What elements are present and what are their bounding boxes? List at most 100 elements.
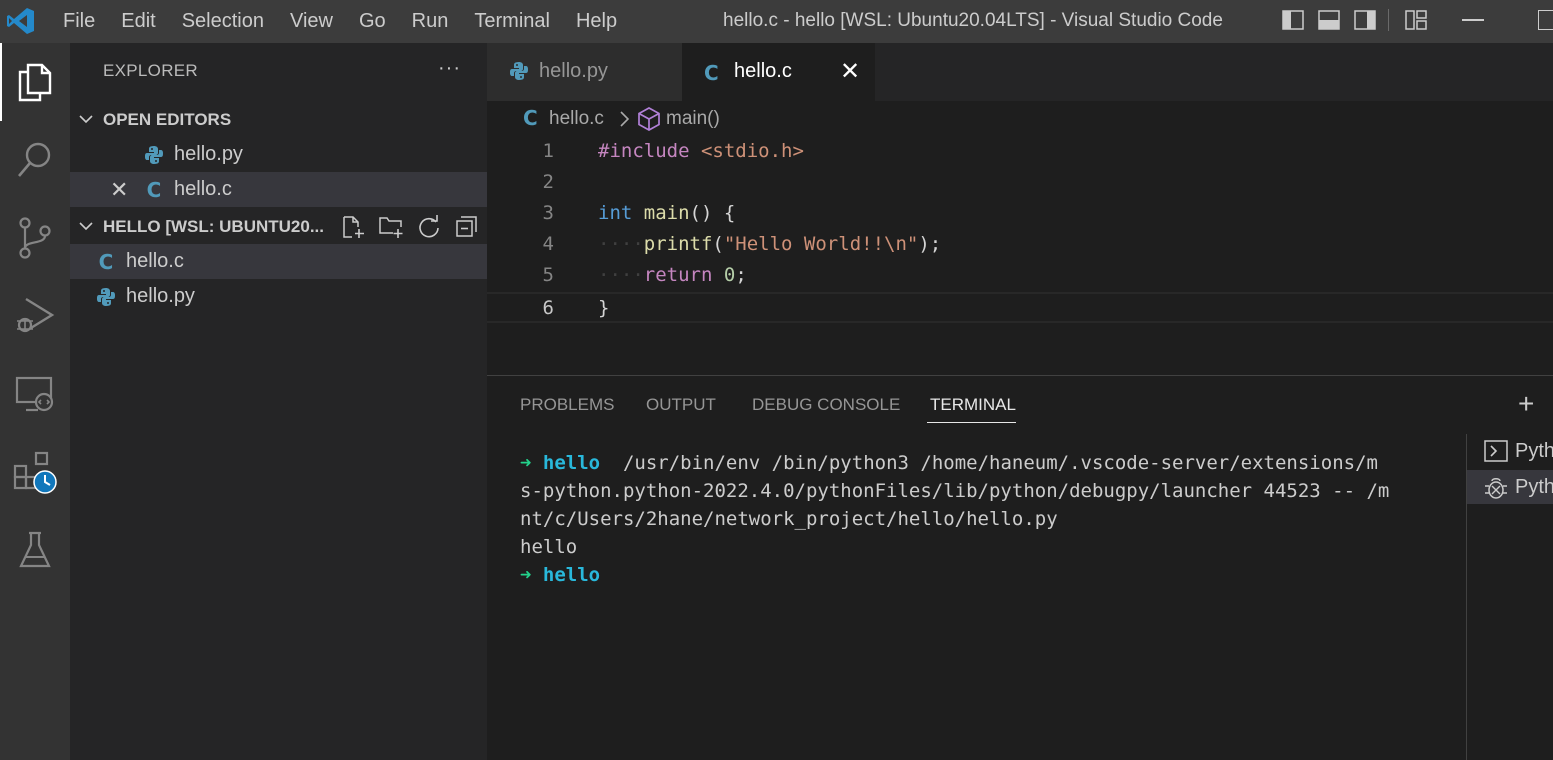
code-line[interactable]: 1 #include <stdio.h> bbox=[487, 137, 1553, 168]
breadcrumb-symbol[interactable]: main() bbox=[666, 108, 720, 130]
toggle-panel-icon[interactable] bbox=[1316, 8, 1342, 32]
collapse-all-icon[interactable] bbox=[448, 213, 486, 241]
customize-layout-icon[interactable] bbox=[1403, 8, 1429, 32]
file-name: hello.c bbox=[174, 178, 232, 200]
layout-controls bbox=[1280, 8, 1439, 32]
chevron-right-icon bbox=[617, 110, 631, 133]
code-token: ···· bbox=[598, 233, 644, 255]
run-debug-icon[interactable] bbox=[0, 277, 70, 355]
refresh-icon[interactable] bbox=[410, 213, 448, 241]
code-token: #include bbox=[598, 140, 701, 162]
explorer-file-item[interactable]: hello.py bbox=[70, 279, 487, 314]
testing-icon[interactable] bbox=[0, 511, 70, 589]
tab-terminal[interactable]: TERMINAL bbox=[930, 395, 1016, 415]
window-title: hello.c - hello [WSL: Ubuntu20.04LTS] - … bbox=[723, 10, 1223, 31]
menu-edit[interactable]: Edit bbox=[108, 0, 168, 43]
code-token: ); bbox=[918, 233, 942, 255]
code-token: } bbox=[598, 297, 610, 319]
explorer-file-item[interactable]: C hello.c bbox=[70, 244, 487, 279]
new-folder-icon[interactable] bbox=[372, 213, 410, 241]
code-token: ···· bbox=[598, 264, 644, 286]
tab-problems[interactable]: PROBLEMS bbox=[520, 395, 614, 415]
terminal-name: Pyth bbox=[1515, 476, 1553, 498]
line-number: 2 bbox=[542, 171, 554, 193]
explorer-icon[interactable] bbox=[0, 43, 70, 121]
toggle-secondary-sidebar-icon[interactable] bbox=[1352, 8, 1378, 32]
menu-selection[interactable]: Selection bbox=[169, 0, 277, 43]
code-line[interactable]: 2 bbox=[487, 168, 1553, 199]
code-line[interactable]: 5 ····return 0; bbox=[487, 261, 1553, 292]
remote-explorer-icon[interactable] bbox=[0, 355, 70, 433]
code-token: () { bbox=[689, 202, 736, 224]
menu-terminal[interactable]: Terminal bbox=[461, 0, 563, 43]
tab-hello-py[interactable]: hello.py bbox=[487, 43, 682, 101]
tab-hello-c[interactable]: C hello.c ✕ bbox=[682, 43, 875, 101]
code-token: return bbox=[643, 264, 713, 286]
explorer-sidebar: EXPLORER ··· OPEN EDITORS hello.py ✕ C h… bbox=[70, 43, 487, 760]
editor-tabs: hello.py C hello.c ✕ bbox=[487, 43, 1553, 101]
search-icon[interactable] bbox=[0, 121, 70, 199]
maximize-icon[interactable] bbox=[1538, 10, 1553, 30]
new-file-icon[interactable] bbox=[334, 213, 372, 241]
code-token: printf bbox=[643, 233, 713, 255]
toggle-primary-sidebar-icon[interactable] bbox=[1280, 8, 1306, 32]
chevron-down-icon bbox=[78, 218, 94, 239]
code-editor[interactable]: 1 #include <stdio.h> 2 3 int main() {4 ····pr… bbox=[487, 137, 1553, 375]
menu-run[interactable]: Run bbox=[399, 0, 462, 43]
menu-go[interactable]: Go bbox=[346, 0, 399, 43]
line-source: } bbox=[598, 294, 609, 323]
code-line[interactable]: 6} bbox=[487, 292, 1553, 323]
divider bbox=[1388, 9, 1389, 31]
breadcrumb: C hello.c main() bbox=[487, 101, 1553, 137]
open-editor-item[interactable]: hello.py bbox=[70, 137, 487, 172]
minimize-icon[interactable] bbox=[1462, 19, 1484, 21]
line-number: 3 bbox=[542, 202, 554, 224]
menu-view[interactable]: View bbox=[277, 0, 346, 43]
code-token: ; bbox=[735, 264, 747, 286]
terminal-text: nt/c/Users/2hane/network_project/hello/h… bbox=[520, 508, 1058, 530]
line-number: 5 bbox=[542, 264, 554, 286]
tab-label: hello.py bbox=[539, 60, 608, 82]
vscode-logo-icon bbox=[6, 6, 36, 36]
breadcrumb-file[interactable]: hello.c bbox=[549, 108, 604, 130]
line-number: 4 bbox=[542, 233, 554, 255]
terminal-list-item[interactable]: Pyth bbox=[1467, 470, 1553, 504]
terminal-icon bbox=[1484, 440, 1508, 467]
line-source: int main() { bbox=[598, 199, 735, 228]
extensions-icon[interactable] bbox=[0, 433, 70, 511]
code-line[interactable]: 3 int main() { bbox=[487, 199, 1553, 230]
terminal-text: ➜ bbox=[520, 564, 543, 586]
source-control-icon[interactable] bbox=[0, 199, 70, 277]
bottom-panel: PROBLEMS OUTPUT DEBUG CONSOLE TERMINAL +… bbox=[487, 375, 1553, 760]
code-line[interactable]: 4 ····printf("Hello World!!\n"); bbox=[487, 230, 1553, 261]
terminal-list-item[interactable]: Pyth bbox=[1467, 434, 1553, 468]
section-title: HELLO [WSL: UBUNTU20... bbox=[103, 216, 324, 236]
new-terminal-icon[interactable]: + bbox=[1518, 388, 1534, 420]
close-icon[interactable]: ✕ bbox=[840, 57, 860, 86]
python-icon bbox=[509, 61, 529, 86]
activity-bar bbox=[0, 43, 70, 760]
close-icon[interactable]: ✕ bbox=[110, 177, 128, 203]
tab-output[interactable]: OUTPUT bbox=[646, 395, 716, 415]
workspace-section[interactable]: HELLO [WSL: UBUNTU20... bbox=[70, 209, 487, 244]
terminal-output[interactable]: ➜ hello /usr/bin/env /bin/python3 /home/… bbox=[520, 449, 1440, 589]
open-editors-section[interactable]: OPEN EDITORS bbox=[70, 102, 487, 137]
menu-help[interactable]: Help bbox=[563, 0, 630, 43]
file-name: hello.c bbox=[126, 250, 184, 272]
line-source: #include <stdio.h> bbox=[598, 137, 804, 166]
line-source: ····return 0; bbox=[598, 261, 747, 290]
terminal-text: hello bbox=[520, 536, 578, 558]
menu-file[interactable]: File bbox=[50, 0, 108, 43]
code-token: ( bbox=[712, 233, 724, 255]
terminal-name: Pyth bbox=[1515, 440, 1553, 462]
tab-debug-console[interactable]: DEBUG CONSOLE bbox=[752, 395, 900, 415]
symbol-method-icon bbox=[637, 106, 661, 137]
terminal-text: ➜ bbox=[520, 452, 543, 474]
workspace-actions bbox=[334, 213, 486, 241]
terminal-text: s-python.python-2022.4.0/pythonFiles/lib… bbox=[520, 480, 1390, 502]
terminal-line: s-python.python-2022.4.0/pythonFiles/lib… bbox=[520, 477, 1440, 505]
more-actions-icon[interactable]: ··· bbox=[438, 57, 461, 80]
open-editor-item[interactable]: ✕ C hello.c bbox=[70, 172, 487, 207]
file-name: hello.py bbox=[174, 143, 243, 165]
